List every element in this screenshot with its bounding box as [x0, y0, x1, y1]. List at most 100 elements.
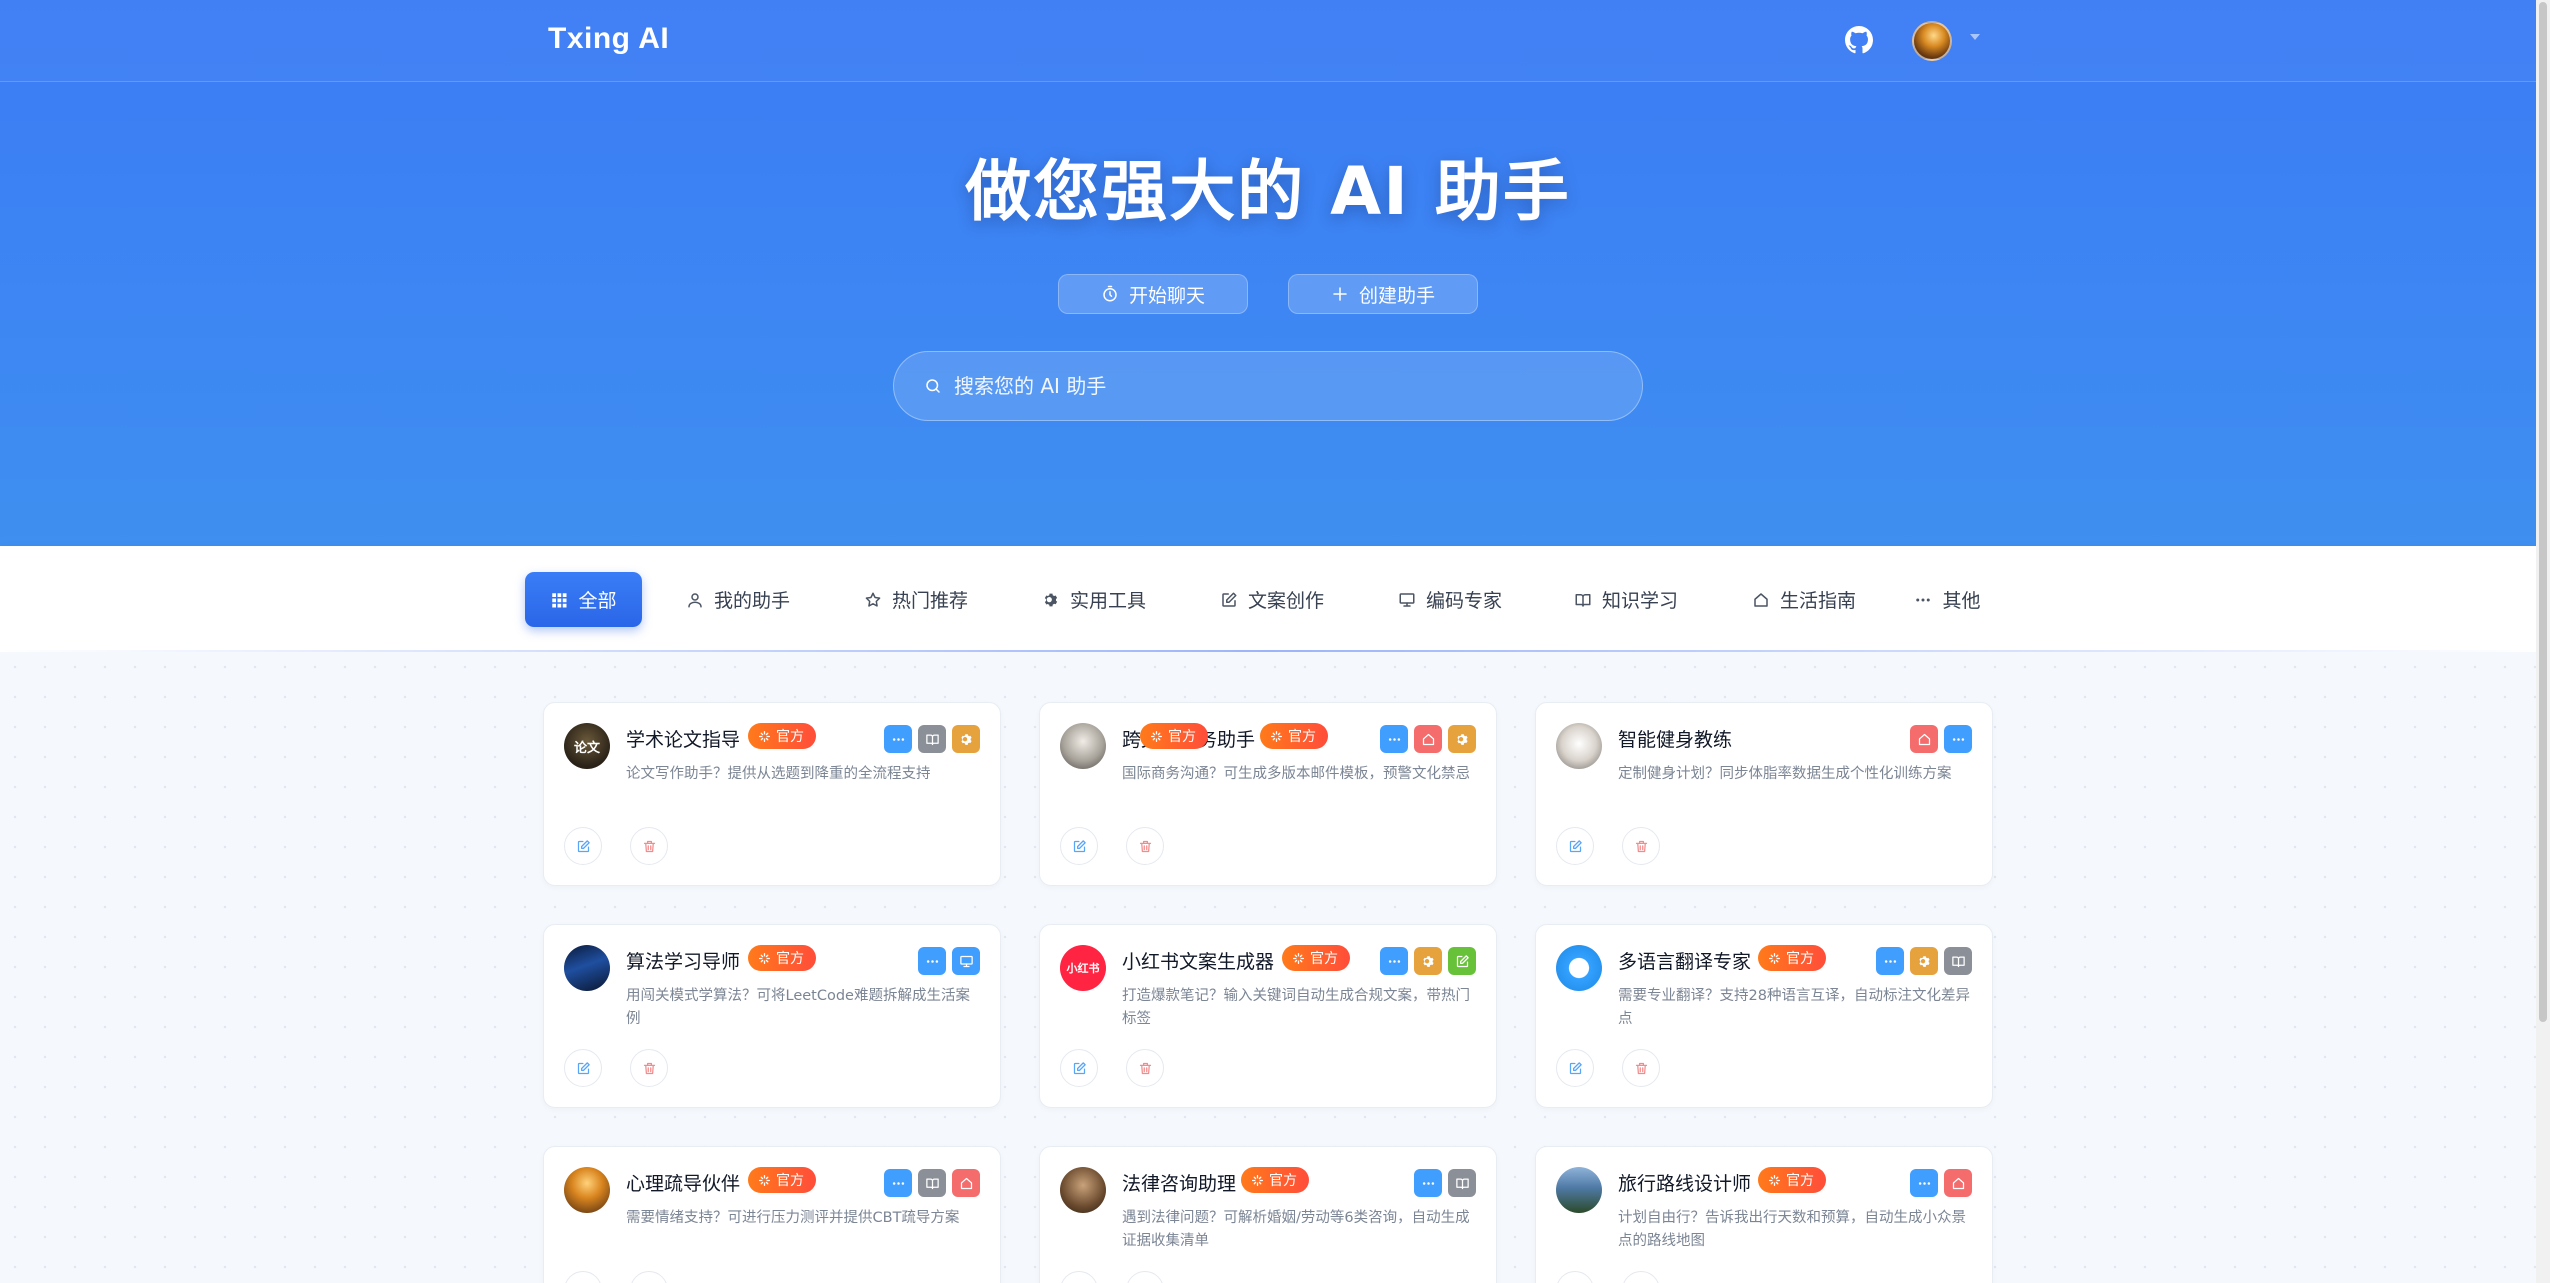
category-label: 生活指南 — [1779, 590, 1856, 612]
official-badge: 官方 — [748, 1167, 816, 1193]
edit-button[interactable] — [564, 1271, 602, 1283]
official-badge: 官方 — [1282, 945, 1350, 971]
create-assistant-button[interactable]: 创建助手 — [1288, 274, 1478, 314]
assistant-title: 智能健身教练 — [1618, 729, 1733, 751]
card-tags — [1380, 725, 1476, 753]
assistant-description: 需要情绪支持？可进行压力测评并提供CBT疏导方案 — [626, 1210, 960, 1226]
badge-spark-icon — [1150, 730, 1163, 743]
assistant-card[interactable]: 论文 学术论文指导 官方 论文写作助手？提供从选题到降重的全流程支持 — [543, 702, 1001, 886]
assistant-avatar — [1060, 723, 1106, 769]
edit-icon — [576, 1061, 591, 1076]
category-label: 我的助手 — [713, 590, 790, 612]
category-tab-5[interactable]: 编码专家 — [1380, 572, 1520, 627]
chevron-down-icon[interactable] — [1970, 34, 1980, 40]
badge-label: 官方 — [1288, 729, 1316, 745]
category-tab-0[interactable]: 全部 — [525, 572, 642, 627]
category-tab-1[interactable]: 我的助手 — [668, 572, 808, 627]
create-assistant-label: 创建助手 — [1358, 284, 1435, 307]
assistant-title: 算法学习导师 — [626, 951, 741, 973]
category-tab-4[interactable]: 文案创作 — [1202, 572, 1342, 627]
scrollbar-thumb[interactable] — [2539, 2, 2547, 1022]
assistant-avatar: 小红书 — [1060, 945, 1106, 991]
user-avatar[interactable] — [1912, 21, 1952, 61]
assistant-title: 小红书文案生成器 — [1122, 951, 1275, 973]
delete-button[interactable] — [1622, 1271, 1660, 1283]
delete-button[interactable] — [630, 827, 668, 865]
search-bar[interactable] — [893, 351, 1643, 421]
more-icon — [1876, 947, 1904, 975]
assistant-card[interactable]: 智能健身教练 官方 定制健身计划？同步体脂率数据生成个性化训练方案 — [1140, 702, 1993, 886]
card-tags — [918, 947, 980, 975]
more-icon — [1414, 1169, 1442, 1197]
edit-icon — [576, 839, 591, 854]
edit-button[interactable] — [1060, 827, 1098, 865]
start-chat-button[interactable]: 开始聊天 — [1058, 274, 1248, 314]
page-scrollbar[interactable] — [2536, 0, 2550, 1283]
category-label: 文案创作 — [1247, 590, 1324, 612]
card-tags — [1910, 725, 1972, 753]
card-tags — [1380, 947, 1476, 975]
official-badge: 官方 — [1758, 945, 1826, 971]
assistant-card[interactable]: 算法学习导师 官方 用闯关模式学算法？可将LeetCode难题拆解成生活案例 — [543, 924, 1001, 1108]
trash-icon — [1634, 839, 1649, 854]
assistant-card[interactable]: 法律咨询助理 官方 遇到法律问题？可解析婚姻/劳动等6类咨询，自动生成证据收集清单 — [1039, 1146, 1497, 1283]
category-label: 实用工具 — [1069, 590, 1146, 612]
delete-button[interactable] — [630, 1049, 668, 1087]
trash-icon — [1138, 839, 1153, 854]
category-tab-6[interactable]: 知识学习 — [1556, 572, 1696, 627]
edit-icon — [1568, 1061, 1583, 1076]
assistant-description: 遇到法律问题？可解析婚姻/劳动等6类咨询，自动生成证据收集清单 — [1122, 1210, 1470, 1249]
edit-button[interactable] — [1556, 1049, 1594, 1087]
edit-icon — [1072, 1061, 1087, 1076]
edit-icon — [1220, 591, 1238, 609]
assistant-card[interactable]: 心理疏导伙伴 官方需要情绪支持？可进行压力测评并提供CBT疏导方案 — [543, 1146, 1001, 1283]
category-tab-3[interactable]: 实用工具 — [1024, 572, 1164, 627]
assistant-card[interactable]: 小红书 小红书文案生成器 官方 打造爆款笔记？输入关键词自动生成合规文案，带热门标签 — [1039, 924, 1497, 1108]
assistant-avatar: 论文 — [564, 723, 610, 769]
trash-icon — [642, 1061, 657, 1076]
assistant-title: 心理疏导伙伴 — [626, 1173, 741, 1195]
home-icon — [1752, 591, 1770, 609]
card-actions — [564, 1271, 668, 1283]
home-icon — [1944, 1169, 1972, 1197]
more-icon — [884, 725, 912, 753]
assistant-card[interactable]: 跨文化商务助手官方国际商务沟通？可生成多版本邮件模板，预警文化禁忌 — [1039, 702, 1497, 886]
category-tab-2[interactable]: 热门推荐 — [846, 572, 986, 627]
search-input[interactable] — [954, 374, 1594, 398]
delete-button[interactable] — [630, 1271, 668, 1283]
delete-button[interactable] — [1622, 1049, 1660, 1087]
star-icon — [864, 591, 882, 609]
category-label: 全部 — [578, 590, 617, 612]
badge-label: 官方 — [1786, 951, 1814, 967]
official-badge: 官方 — [1241, 1167, 1309, 1193]
edit-button[interactable] — [564, 1049, 602, 1087]
assistant-card[interactable]: 多语言翻译专家 官方 需要专业翻译？支持28种语言互译，自动标注文化差异点 — [1535, 924, 1993, 1108]
home-icon — [952, 1169, 980, 1197]
card-tags — [1910, 1169, 1972, 1197]
edit-button[interactable] — [1060, 1271, 1098, 1283]
category-tab-7[interactable]: 生活指南 — [1734, 572, 1874, 627]
assistant-avatar — [1556, 945, 1602, 991]
card-actions — [1556, 1049, 1660, 1087]
card-tags — [884, 1169, 980, 1197]
card-actions — [564, 1049, 668, 1087]
badge-spark-icon — [1270, 730, 1283, 743]
github-icon[interactable] — [1843, 24, 1875, 56]
category-tab-8[interactable]: 其他 — [1900, 572, 1995, 627]
card-tags — [884, 725, 980, 753]
more-icon — [1944, 725, 1972, 753]
delete-button[interactable] — [1126, 1271, 1164, 1283]
edit-button[interactable] — [564, 827, 602, 865]
delete-button[interactable] — [1126, 827, 1164, 865]
brand-logo[interactable]: Txing AI — [548, 22, 669, 56]
edit-button[interactable] — [1060, 1049, 1098, 1087]
assistant-card[interactable]: 旅行路线设计师 官方 计划自由行？告诉我出行天数和预算，自动生成小众景点的路线地图 — [1535, 1146, 1993, 1283]
delete-button[interactable] — [1622, 827, 1660, 865]
edit-button[interactable] — [1556, 827, 1594, 865]
edit-button[interactable] — [1556, 1271, 1594, 1283]
home-icon — [1414, 725, 1442, 753]
assistant-avatar — [1556, 1167, 1602, 1213]
badge-label: 官方 — [1168, 729, 1196, 745]
assistant-description: 用闯关模式学算法？可将LeetCode难题拆解成生活案例 — [626, 988, 970, 1027]
delete-button[interactable] — [1126, 1049, 1164, 1087]
